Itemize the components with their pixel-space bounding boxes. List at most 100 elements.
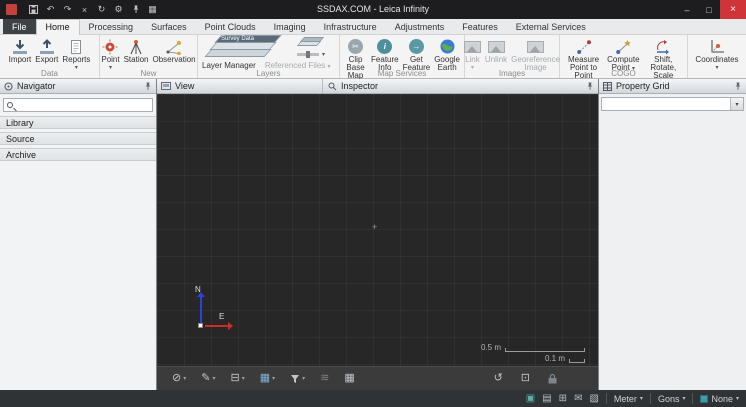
- chevron-down-icon: ▾: [183, 376, 186, 382]
- navigator-item-source[interactable]: Source: [0, 132, 156, 145]
- delete-icon[interactable]: ×: [78, 0, 91, 19]
- tab-point-clouds[interactable]: Point Clouds: [196, 19, 265, 34]
- get-feature-button[interactable]: → Get Feature: [401, 37, 433, 73]
- feature-info-button[interactable]: i Feature Info: [369, 37, 401, 73]
- property-grid-title: Property Grid: [616, 81, 670, 91]
- coordinates-button[interactable]: Coordinates ▾: [693, 37, 740, 72]
- sync-icon[interactable]: ↻: [95, 0, 108, 19]
- pin-panel-icon[interactable]: [586, 82, 594, 91]
- grid-style-button[interactable]: ▦ ▾: [257, 373, 278, 384]
- measure-point-to-point-icon: [576, 38, 592, 55]
- layer-manager-button[interactable]: Survey Data: [200, 35, 288, 60]
- compute-point-button[interactable]: Compute Point ▾: [605, 37, 641, 73]
- chevron-down-icon: ▾: [272, 376, 275, 382]
- tab-external-services[interactable]: External Services: [507, 19, 595, 34]
- scale-bar-minor: 0.1 m: [545, 355, 585, 363]
- lock-view-button[interactable]: [545, 373, 560, 384]
- coordinate-system-dropdown[interactable]: None ▾: [700, 394, 739, 404]
- tab-file[interactable]: File: [3, 19, 36, 34]
- redo-icon[interactable]: ↷: [61, 0, 74, 19]
- east-axis-line: [205, 325, 229, 327]
- reports-button[interactable]: Reports ▾: [60, 37, 92, 72]
- save-icon[interactable]: [27, 0, 40, 19]
- view-toolbar: ⊘ ▾ ✎ ▾ ⊟ ▾ ▦ ▾ ▾: [157, 366, 598, 390]
- close-button[interactable]: ×: [720, 0, 746, 19]
- statusbar-divider: [606, 393, 607, 404]
- statusbar: ▣ ▤ ⊞ ✉ ▧ Meter ▾ Gons ▾ None ▾: [0, 390, 746, 407]
- coordinates-label: Coordinates: [695, 56, 738, 64]
- distance-unit-value: Meter: [614, 394, 637, 404]
- chevron-down-icon: ▾: [736, 396, 739, 402]
- filter-button[interactable]: ▾: [287, 374, 308, 384]
- georeference-image-button[interactable]: Georeference Image: [509, 37, 562, 73]
- undo-icon[interactable]: ↶: [44, 0, 57, 19]
- layout-icon[interactable]: ▦: [146, 0, 159, 19]
- tab-adjustments[interactable]: Adjustments: [386, 19, 454, 34]
- angle-unit-dropdown[interactable]: Gons ▾: [658, 394, 686, 404]
- transparency-slider[interactable]: [297, 53, 319, 56]
- background-map-toggle-button[interactable]: ⊘ ▾: [169, 373, 189, 384]
- property-grid-icon: [603, 82, 612, 91]
- export-button[interactable]: Export: [33, 37, 60, 65]
- group-caption-layers: Layers: [198, 69, 339, 78]
- view-tab[interactable]: View: [175, 81, 194, 91]
- tab-features[interactable]: Features: [453, 19, 507, 34]
- scale-major-bar: [505, 348, 585, 352]
- pin-panel-icon[interactable]: [734, 82, 742, 91]
- property-grid-panel: Property Grid ▾: [599, 79, 746, 390]
- ribbon-group-cogo: Measure Point to Point Compute Point ▾ S…: [560, 35, 688, 78]
- stack-icon: ⊟: [230, 373, 239, 384]
- tab-surfaces[interactable]: Surfaces: [142, 19, 196, 34]
- ribbon-group-coordinates: Coordinates ▾: [688, 35, 746, 78]
- pencil-icon: ✎: [201, 373, 210, 384]
- tab-home[interactable]: Home: [36, 19, 80, 35]
- chevron-down-icon[interactable]: ▾: [730, 98, 743, 110]
- map-canvas[interactable]: + N E 0.5 m 0.1 m: [157, 94, 598, 366]
- link-image-icon: [464, 38, 481, 55]
- status-list-icon[interactable]: ▤: [542, 394, 551, 404]
- distance-unit-dropdown[interactable]: Meter ▾: [614, 394, 643, 404]
- status-cube-icon[interactable]: ▧: [589, 394, 598, 404]
- status-grid-icon[interactable]: ⊞: [559, 394, 567, 404]
- chevron-down-icon[interactable]: ▾: [322, 52, 325, 58]
- clip-base-map-icon: ✂: [348, 38, 363, 55]
- grid-toggle-button[interactable]: ▦: [341, 373, 357, 384]
- inspector-icon: [328, 82, 337, 91]
- import-button[interactable]: Import: [7, 37, 34, 65]
- settings-icon[interactable]: ⚙: [112, 0, 125, 19]
- navigator-search-input[interactable]: [3, 98, 153, 112]
- tab-imaging[interactable]: Imaging: [265, 19, 315, 34]
- pin-icon[interactable]: [129, 0, 142, 19]
- layers-display-button[interactable]: ⊟ ▾: [227, 373, 247, 384]
- observation-button[interactable]: Observation: [151, 37, 198, 65]
- chevron-down-icon: ▾: [212, 376, 215, 382]
- statusbar-divider: [692, 393, 693, 404]
- chevron-down-icon: ▾: [682, 396, 685, 402]
- pin-panel-icon[interactable]: [144, 82, 152, 91]
- tab-processing[interactable]: Processing: [80, 19, 143, 34]
- waves-toggle-button[interactable]: ≋: [317, 373, 332, 384]
- chevron-down-icon: ▾: [242, 376, 245, 382]
- navigator-item-archive[interactable]: Archive: [0, 148, 156, 161]
- status-mail-icon[interactable]: ✉: [574, 394, 582, 404]
- referenced-files-control[interactable]: ▾: [292, 35, 330, 58]
- google-earth-button[interactable]: Google Earth: [432, 37, 462, 73]
- google-earth-icon: [440, 38, 455, 55]
- navigator-item-library[interactable]: Library: [0, 116, 156, 129]
- reset-view-button[interactable]: ↺: [491, 373, 506, 384]
- inspector-tab[interactable]: Inspector: [322, 79, 378, 93]
- link-image-button[interactable]: Link ▾: [462, 37, 483, 72]
- status-screen-icon[interactable]: ▣: [526, 394, 535, 404]
- zoom-fit-button[interactable]: ⊡: [518, 373, 533, 384]
- maximize-button[interactable]: □: [698, 0, 720, 19]
- station-button[interactable]: Station: [122, 37, 151, 65]
- tab-infrastructure[interactable]: Infrastructure: [315, 19, 386, 34]
- unlink-label: Unlink: [485, 56, 507, 64]
- unlink-image-button[interactable]: Unlink: [483, 37, 509, 65]
- property-object-selector[interactable]: ▾: [601, 97, 744, 111]
- feature-info-icon: i: [377, 38, 392, 55]
- point-button[interactable]: Point ▾: [99, 37, 121, 72]
- scale-minor-label: 0.1 m: [545, 355, 565, 363]
- minimize-button[interactable]: –: [676, 0, 698, 19]
- style-button[interactable]: ✎ ▾: [198, 373, 218, 384]
